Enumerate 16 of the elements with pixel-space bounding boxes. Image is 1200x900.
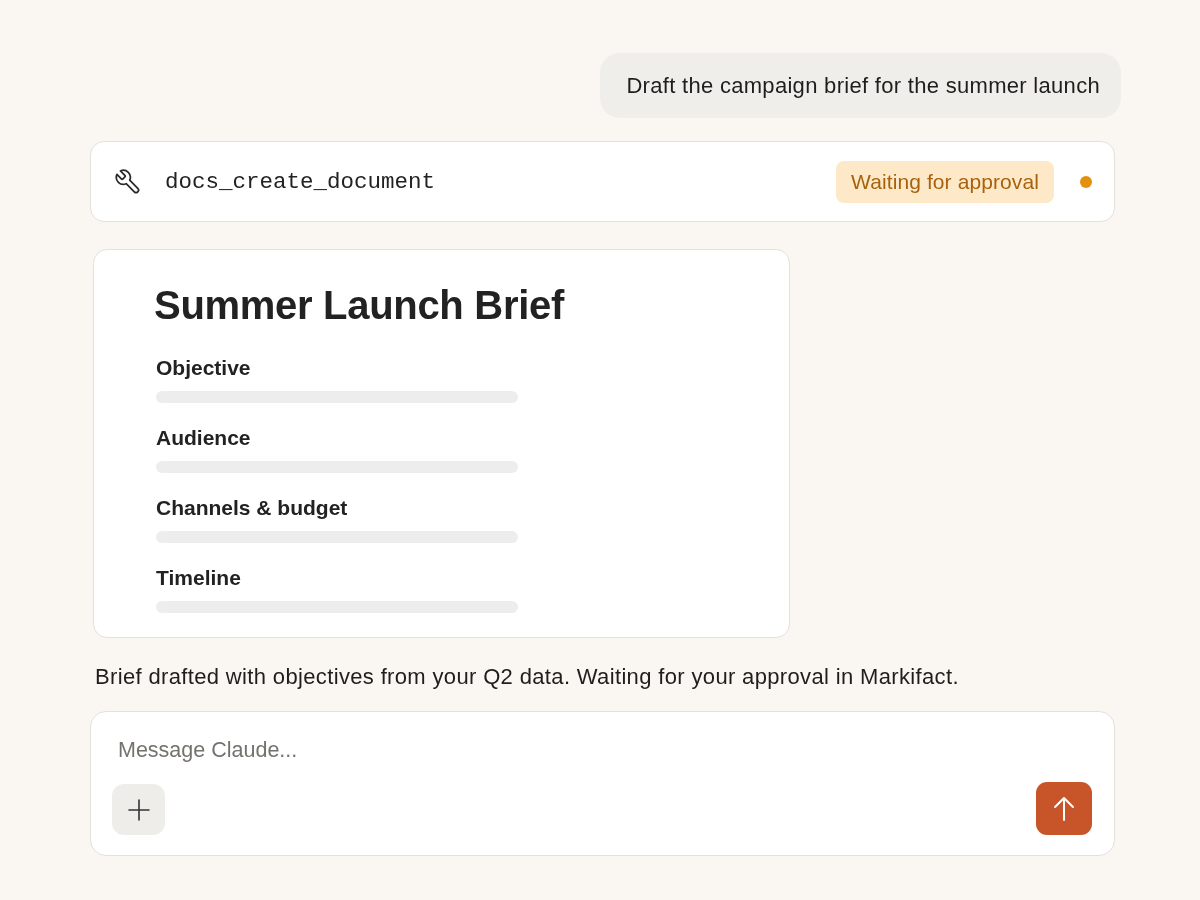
assistant-message: Brief drafted with objectives from your Q2 data. Waiting for your approval in Markifact. — [95, 664, 960, 690]
section-heading: Channels & budget — [156, 495, 349, 521]
send-button[interactable] — [1036, 782, 1092, 835]
add-button[interactable] — [112, 784, 165, 835]
status-badge: Waiting for approval — [836, 160, 1054, 203]
status-dot-icon — [1080, 175, 1092, 188]
section-heading: Timeline — [156, 565, 242, 591]
section-heading: Audience — [156, 425, 252, 451]
wrench-icon — [114, 167, 142, 196]
message-input[interactable]: Message Claude... — [112, 734, 1092, 766]
document-title: Summer Launch Brief — [154, 282, 566, 329]
plus-icon — [127, 798, 150, 821]
user-message-bubble: Draft the campaign brief for the summer launch — [600, 53, 1121, 118]
tool-name: docs_create_document — [165, 168, 436, 195]
section-heading: Objective — [156, 355, 252, 381]
arrow-up-icon — [1054, 796, 1074, 821]
